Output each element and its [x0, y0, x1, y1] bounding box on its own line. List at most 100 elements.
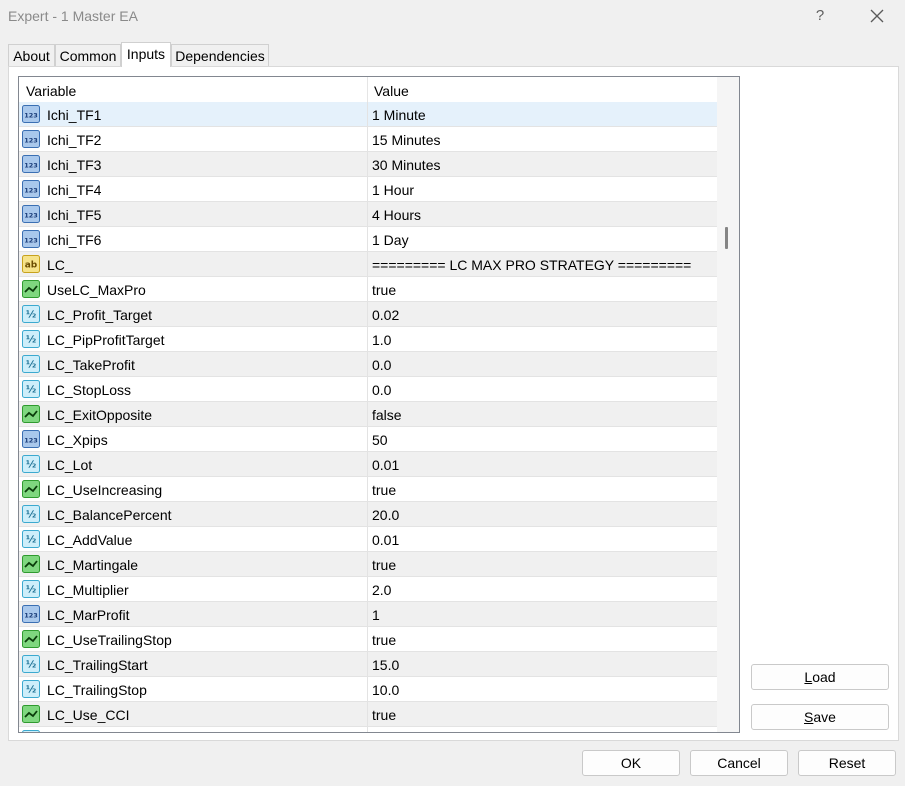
variable-value[interactable]: 50 — [372, 432, 388, 448]
table-row[interactable]: LC_Use_CCI true — [19, 702, 717, 727]
variable-name: LC_Martingale — [47, 557, 139, 573]
save-button[interactable]: Save — [751, 704, 889, 730]
close-button[interactable] — [864, 4, 890, 28]
tab-common[interactable]: Common — [55, 44, 121, 67]
cell-divider — [367, 427, 368, 452]
variable-value[interactable]: 0.01 — [372, 532, 399, 548]
reset-button[interactable]: Reset — [798, 750, 896, 776]
table-row[interactable]: 123 Ichi_TF3 30 Minutes — [19, 152, 717, 177]
tab-dependencies[interactable]: Dependencies — [171, 44, 269, 67]
variable-name: LC_Multiplier — [47, 582, 129, 598]
cell-divider — [367, 202, 368, 227]
tab-about[interactable]: About — [8, 44, 55, 67]
variable-name: LC_MarProfit — [47, 607, 130, 623]
table-row[interactable]: LC_UseTrailingStop true — [19, 627, 717, 652]
load-button[interactable]: Load — [751, 664, 889, 690]
variable-value[interactable]: 0.02 — [372, 307, 399, 323]
vertical-scrollbar[interactable] — [717, 77, 739, 732]
cell-divider — [367, 302, 368, 327]
table-row[interactable]: UseLC_MaxPro true — [19, 277, 717, 302]
variable-name: LC_Profit_Target — [47, 307, 153, 323]
svg-text:123: 123 — [24, 187, 38, 195]
column-divider[interactable] — [367, 77, 368, 103]
variable-value[interactable]: 15.0 — [372, 657, 399, 673]
variable-value[interactable]: 1 Day — [372, 232, 409, 248]
svg-text:123: 123 — [24, 112, 38, 120]
table-row[interactable]: 123 LC_MarProfit 1 — [19, 602, 717, 627]
variable-value[interactable]: true — [372, 557, 396, 573]
variable-value[interactable]: 1 Minute — [372, 107, 426, 123]
table-row[interactable]: 123 Ichi_TF6 1 Day — [19, 227, 717, 252]
column-header-value[interactable]: Value — [374, 83, 409, 99]
table-row[interactable]: ½ LC_TrailingStart 15.0 — [19, 652, 717, 677]
cell-divider — [367, 177, 368, 202]
table-row[interactable]: ½ LC_PipProfitTarget 1.0 — [19, 327, 717, 352]
cell-divider — [367, 627, 368, 652]
cancel-button[interactable]: Cancel — [690, 750, 788, 776]
variable-name: LC_PipProfitTarget — [47, 332, 165, 348]
table-row[interactable]: ab LC_ ========= LC MAX PRO STRATEGY =====… — [19, 252, 717, 277]
variable-name: LC_UseTrailingStop — [47, 632, 172, 648]
variable-value[interactable]: true — [372, 632, 396, 648]
table-row[interactable]: ½ LC_Profit_Target 0.02 — [19, 302, 717, 327]
variable-value[interactable]: false — [372, 407, 402, 423]
help-button[interactable]: ? — [808, 4, 832, 28]
table-row[interactable]: 123 Ichi_TF1 1 Minute — [19, 102, 717, 127]
variable-value[interactable]: 1 Hour — [372, 182, 414, 198]
tab-label: Dependencies — [175, 48, 265, 64]
table-row[interactable]: 123 Ichi_TF4 1 Hour — [19, 177, 717, 202]
variable-value[interactable]: 15 Minutes — [372, 132, 440, 148]
variable-name: LC_AddValue — [47, 532, 133, 548]
variable-name: Ichi_TF2 — [47, 132, 102, 148]
variable-value[interactable]: 4 Hours — [372, 207, 421, 223]
inputs-grid[interactable]: Variable Value 123 Ichi_TF1 1 Minute 123 Ich… — [18, 76, 740, 733]
variable-value[interactable]: 10.0 — [372, 682, 399, 698]
table-row[interactable]: 123 Ichi_TF2 15 Minutes — [19, 127, 717, 152]
cell-divider — [367, 252, 368, 277]
table-row[interactable]: ½ LC_Multiplier 2.0 — [19, 577, 717, 602]
bool-type-icon — [22, 280, 40, 298]
variable-value[interactable]: 20.0 — [372, 507, 399, 523]
variable-value[interactable]: 30 Minutes — [372, 157, 440, 173]
variable-value[interactable]: true — [372, 707, 396, 723]
table-row[interactable]: LC_ExitOpposite false — [19, 402, 717, 427]
double-type-icon: ½ — [22, 680, 40, 698]
variable-value[interactable]: 0.01 — [372, 457, 399, 473]
svg-text:½: ½ — [26, 510, 36, 521]
variable-name: LC_Lot — [47, 457, 93, 473]
variable-name: UseLC_MaxPro — [47, 282, 146, 298]
variable-value[interactable]: 1.0 — [372, 332, 391, 348]
tab-label: About — [13, 48, 50, 64]
variable-value[interactable]: 2.0 — [372, 582, 391, 598]
bool-type-icon — [22, 405, 40, 423]
table-row[interactable]: ½ LC_AddValue 0.01 — [19, 527, 717, 552]
variable-value[interactable]: 0.0 — [372, 382, 391, 398]
column-header-variable[interactable]: Variable — [26, 83, 76, 99]
cell-divider — [367, 127, 368, 152]
variable-value[interactable]: 1 — [372, 607, 380, 623]
table-row[interactable]: LC_UseIncreasing true — [19, 477, 717, 502]
table-row[interactable]: 123 Ichi_TF5 4 Hours — [19, 202, 717, 227]
int-type-icon: 123 — [22, 130, 40, 148]
svg-text:½: ½ — [26, 685, 36, 696]
int-type-icon: 123 — [22, 230, 40, 248]
table-row[interactable]: ½ — [19, 727, 717, 732]
ok-button[interactable]: OK — [582, 750, 680, 776]
table-row[interactable]: ½ LC_TrailingStop 10.0 — [19, 677, 717, 702]
table-row[interactable]: ½ LC_TakeProfit 0.0 — [19, 352, 717, 377]
scrollbar-thumb[interactable] — [725, 227, 728, 249]
table-row[interactable]: ½ LC_Lot 0.01 — [19, 452, 717, 477]
table-row[interactable]: ½ LC_StopLoss 0.0 — [19, 377, 717, 402]
double-type-icon: ½ — [22, 530, 40, 548]
tab-inputs[interactable]: Inputs — [121, 42, 171, 67]
variable-value[interactable]: true — [372, 482, 396, 498]
svg-text:123: 123 — [24, 212, 38, 220]
double-type-icon: ½ — [22, 730, 40, 732]
table-row[interactable]: LC_Martingale true — [19, 552, 717, 577]
table-row[interactable]: 123 LC_Xpips 50 — [19, 427, 717, 452]
cell-divider — [367, 727, 368, 732]
variable-value[interactable]: true — [372, 282, 396, 298]
variable-value[interactable]: ========= LC MAX PRO STRATEGY ========= — [372, 257, 691, 273]
table-row[interactable]: ½ LC_BalancePercent 20.0 — [19, 502, 717, 527]
variable-value[interactable]: 0.0 — [372, 357, 391, 373]
